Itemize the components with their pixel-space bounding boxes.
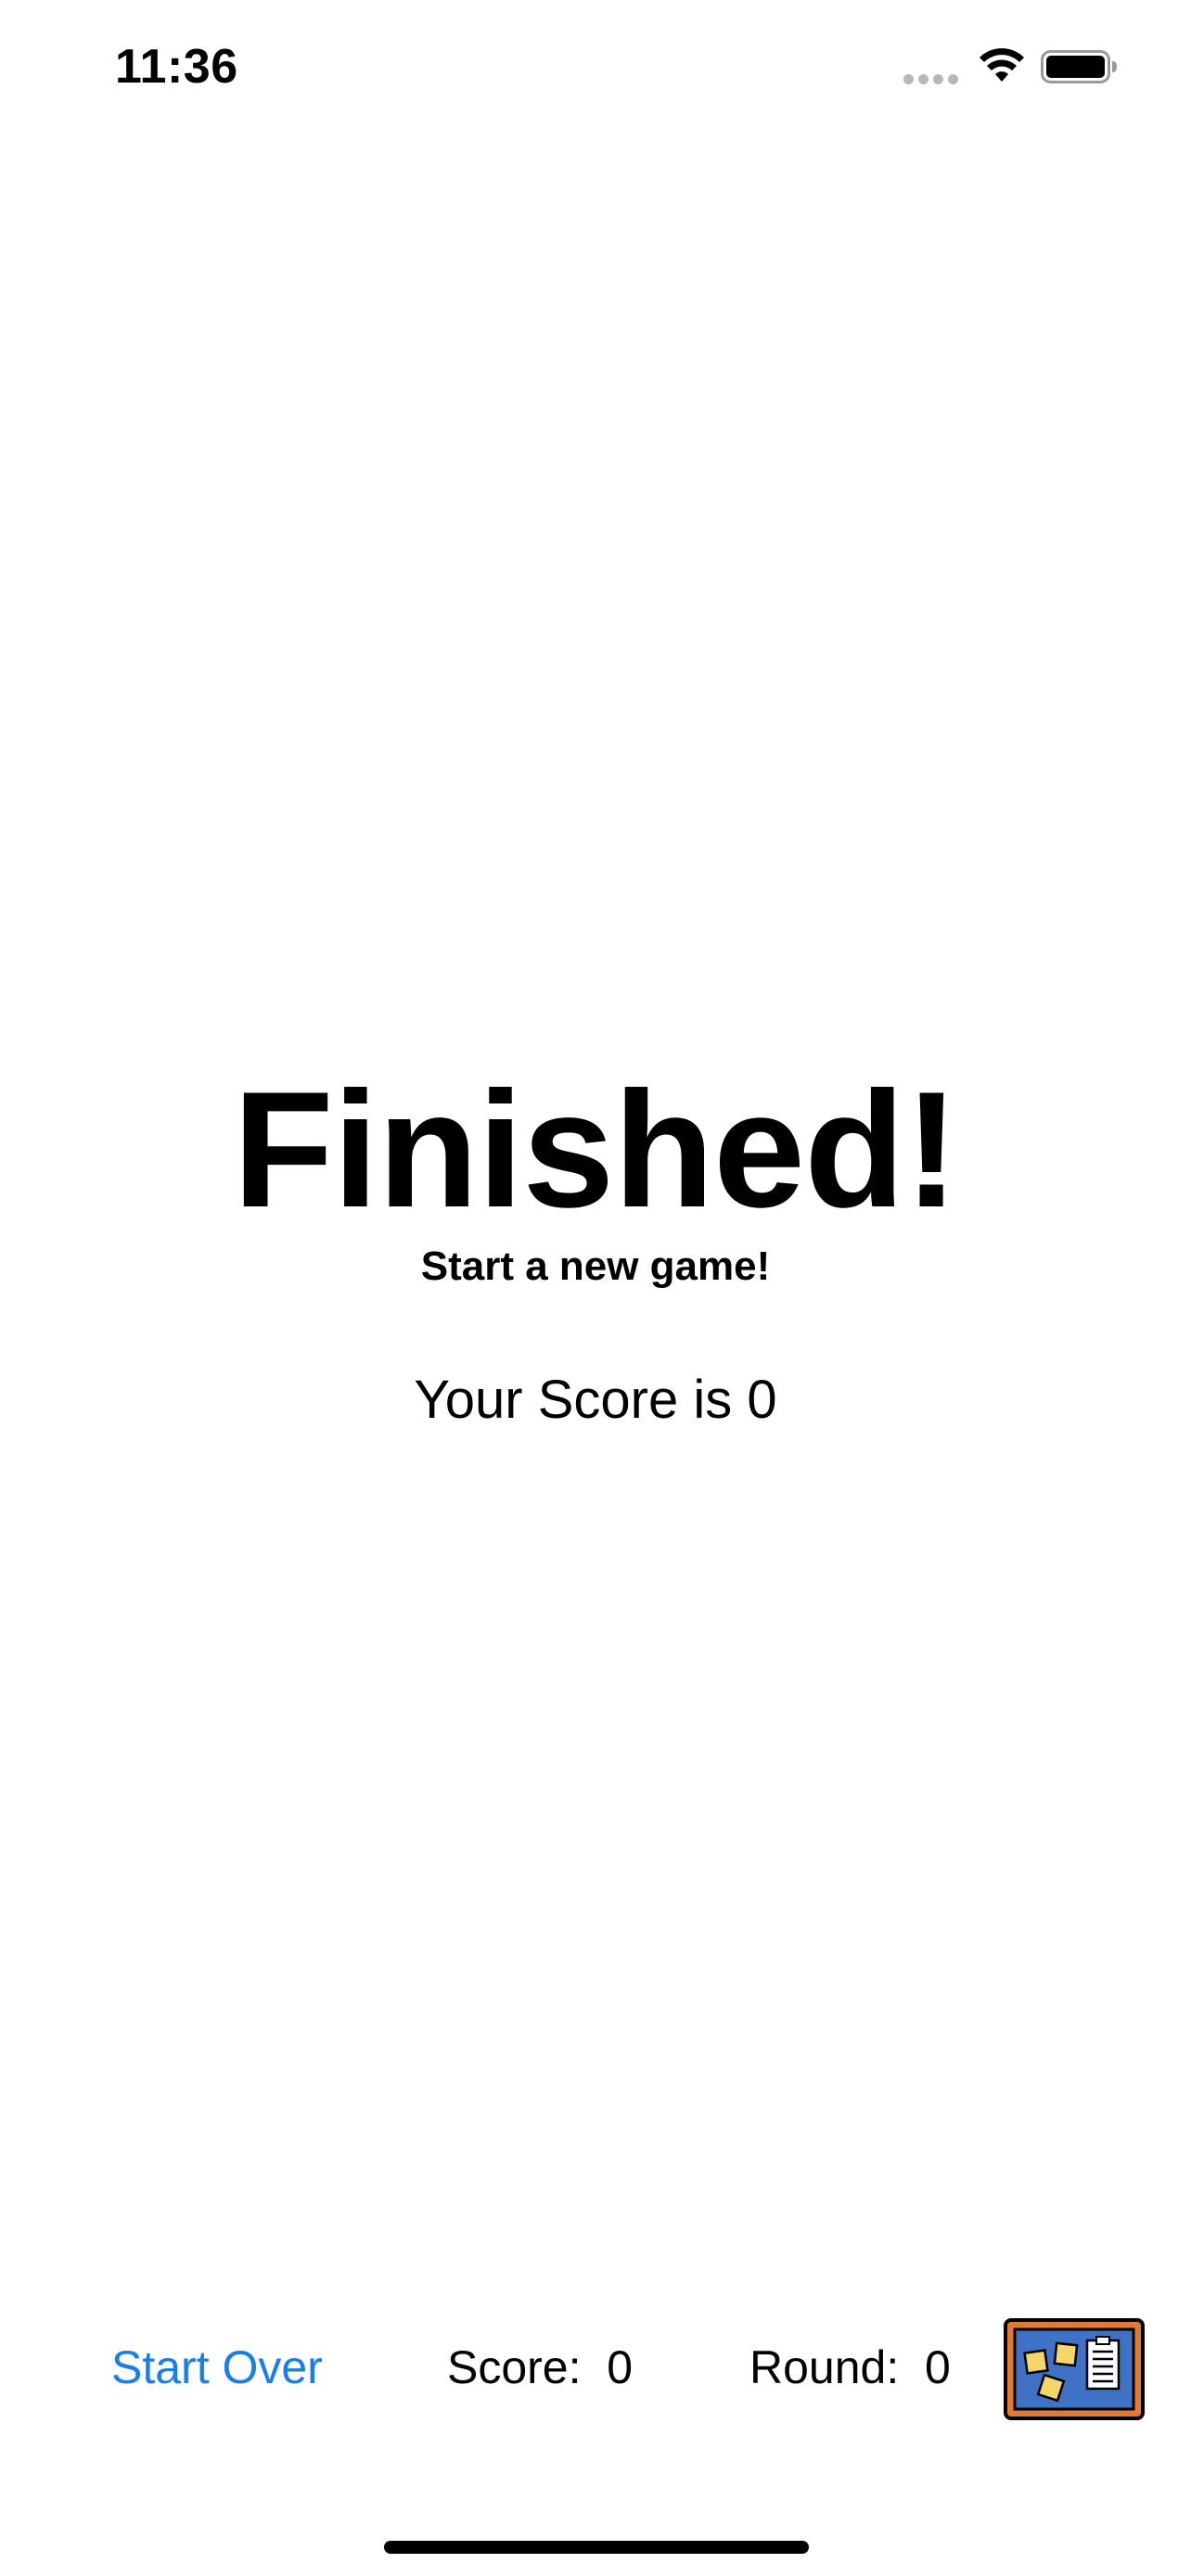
finished-title: Finished!: [232, 1057, 959, 1242]
bulletin-board-icon: [1004, 2318, 1145, 2420]
toolbar-round-label: Round: 0: [749, 2341, 951, 2393]
wifi-icon: [980, 48, 1024, 82]
bulletin-board-button[interactable]: [1004, 2318, 1145, 2420]
battery-icon: [1041, 50, 1117, 83]
new-game-subtitle: Start a new game!: [420, 1243, 771, 1289]
toolbar-score-label: Score: 0: [447, 2341, 634, 2393]
status-bar: 11:36: [0, 0, 1191, 130]
status-time: 11:36: [115, 40, 238, 94]
bottom-toolbar: Start Over Score: 0 Round: 0: [0, 2318, 1191, 2429]
final-score-text: Your Score is 0: [414, 1370, 777, 1430]
start-over-button[interactable]: Start Over: [111, 2339, 323, 2396]
home-indicator[interactable]: [384, 2541, 809, 2554]
cellular-signal-icon: [903, 74, 961, 85]
